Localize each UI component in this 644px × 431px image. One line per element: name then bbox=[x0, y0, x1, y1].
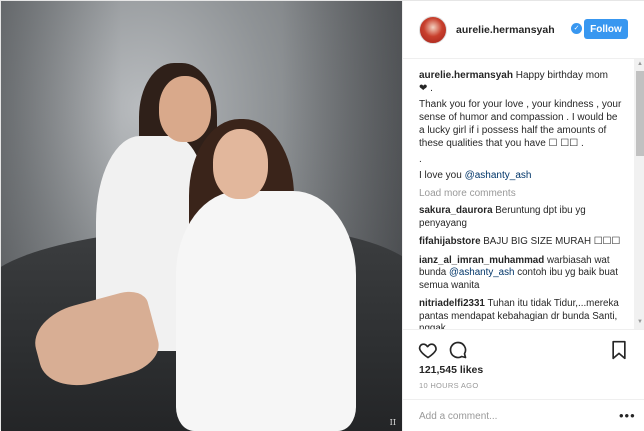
post-photo[interactable]: II bbox=[1, 1, 402, 431]
post-caption: aurelie.hermansyah Happy birthday mom ❤ … bbox=[419, 69, 624, 182]
comment-username[interactable]: ianz_al_imran_muhammad bbox=[419, 255, 544, 266]
photo-figure-face-right bbox=[213, 129, 268, 199]
post-timestamp[interactable]: 10 HOURS AGO bbox=[419, 381, 478, 390]
photo-figure-body-right bbox=[176, 191, 356, 431]
verified-icon: ✓ bbox=[571, 23, 582, 34]
header-username[interactable]: aurelie.hermansyah bbox=[456, 24, 555, 36]
comment-item: ianz_al_imran_muhammad warbiasah wat bun… bbox=[419, 255, 624, 293]
caption-greeting: Happy birthday mom bbox=[515, 70, 608, 81]
photo-figure-face-left bbox=[159, 76, 211, 142]
comment-item: nitriadelfi2331 Tuhan itu tidak Tidur,..… bbox=[419, 298, 624, 329]
add-comment-input[interactable] bbox=[419, 409, 609, 423]
avatar[interactable] bbox=[419, 16, 447, 44]
caption-line1: aurelie.hermansyah Happy birthday mom ❤ … bbox=[419, 69, 624, 95]
heart-icon[interactable] bbox=[418, 340, 438, 360]
scroll-up-arrow-icon[interactable]: ▲ bbox=[634, 61, 644, 69]
comment-username[interactable]: fifahijabstore bbox=[419, 236, 481, 247]
comment-username[interactable]: sakura_daurora bbox=[419, 205, 493, 216]
scrollbar-thumb[interactable] bbox=[636, 71, 644, 156]
more-options-icon[interactable]: ••• bbox=[619, 408, 636, 423]
follow-button[interactable]: Follow bbox=[584, 19, 628, 39]
add-comment-bar: ••• bbox=[403, 399, 644, 431]
caption-love-text: I love you bbox=[419, 170, 465, 181]
comment-item: sakura_daurora Beruntung dpt ibu yg peny… bbox=[419, 205, 624, 230]
likes-count[interactable]: 121,545 likes bbox=[419, 364, 483, 376]
comment-item: fifahijabstore BAJU BIG SIZE MURAH ☐☐☐ bbox=[419, 236, 624, 249]
caption-dot: . bbox=[419, 154, 422, 165]
bookmark-icon[interactable] bbox=[610, 340, 628, 360]
comments-scrollbar[interactable]: ▲ ▼ bbox=[634, 59, 644, 329]
comments-list[interactable]: aurelie.hermansyah Happy birthday mom ❤ … bbox=[403, 59, 634, 329]
action-bar bbox=[403, 329, 644, 369]
comment-mention-link[interactable]: @ashanty_ash bbox=[449, 267, 515, 278]
photo-watermark: II bbox=[389, 418, 396, 427]
post-side-panel: aurelie.hermansyah ✓ Follow aurelie.herm… bbox=[402, 1, 644, 431]
scroll-down-arrow-icon[interactable]: ▼ bbox=[634, 319, 644, 327]
post-header: aurelie.hermansyah ✓ Follow bbox=[403, 1, 644, 59]
load-more-comments-link[interactable]: Load more comments bbox=[419, 188, 634, 199]
caption-mention-link[interactable]: @ashanty_ash bbox=[465, 170, 532, 181]
caption-body: Thank you for your love , your kindness … bbox=[419, 99, 622, 149]
caption-love: I love you @ashanty_ash bbox=[419, 169, 624, 182]
comment-username[interactable]: nitriadelfi2331 bbox=[419, 298, 485, 309]
comment-icon[interactable] bbox=[448, 340, 468, 360]
caption-heart: ❤ . bbox=[419, 83, 433, 94]
comment-text: BAJU BIG SIZE MURAH ☐☐☐ bbox=[483, 236, 621, 247]
instagram-post: II aurelie.hermansyah ✓ Follow aurelie.h… bbox=[0, 0, 644, 431]
caption-username[interactable]: aurelie.hermansyah bbox=[419, 70, 513, 81]
